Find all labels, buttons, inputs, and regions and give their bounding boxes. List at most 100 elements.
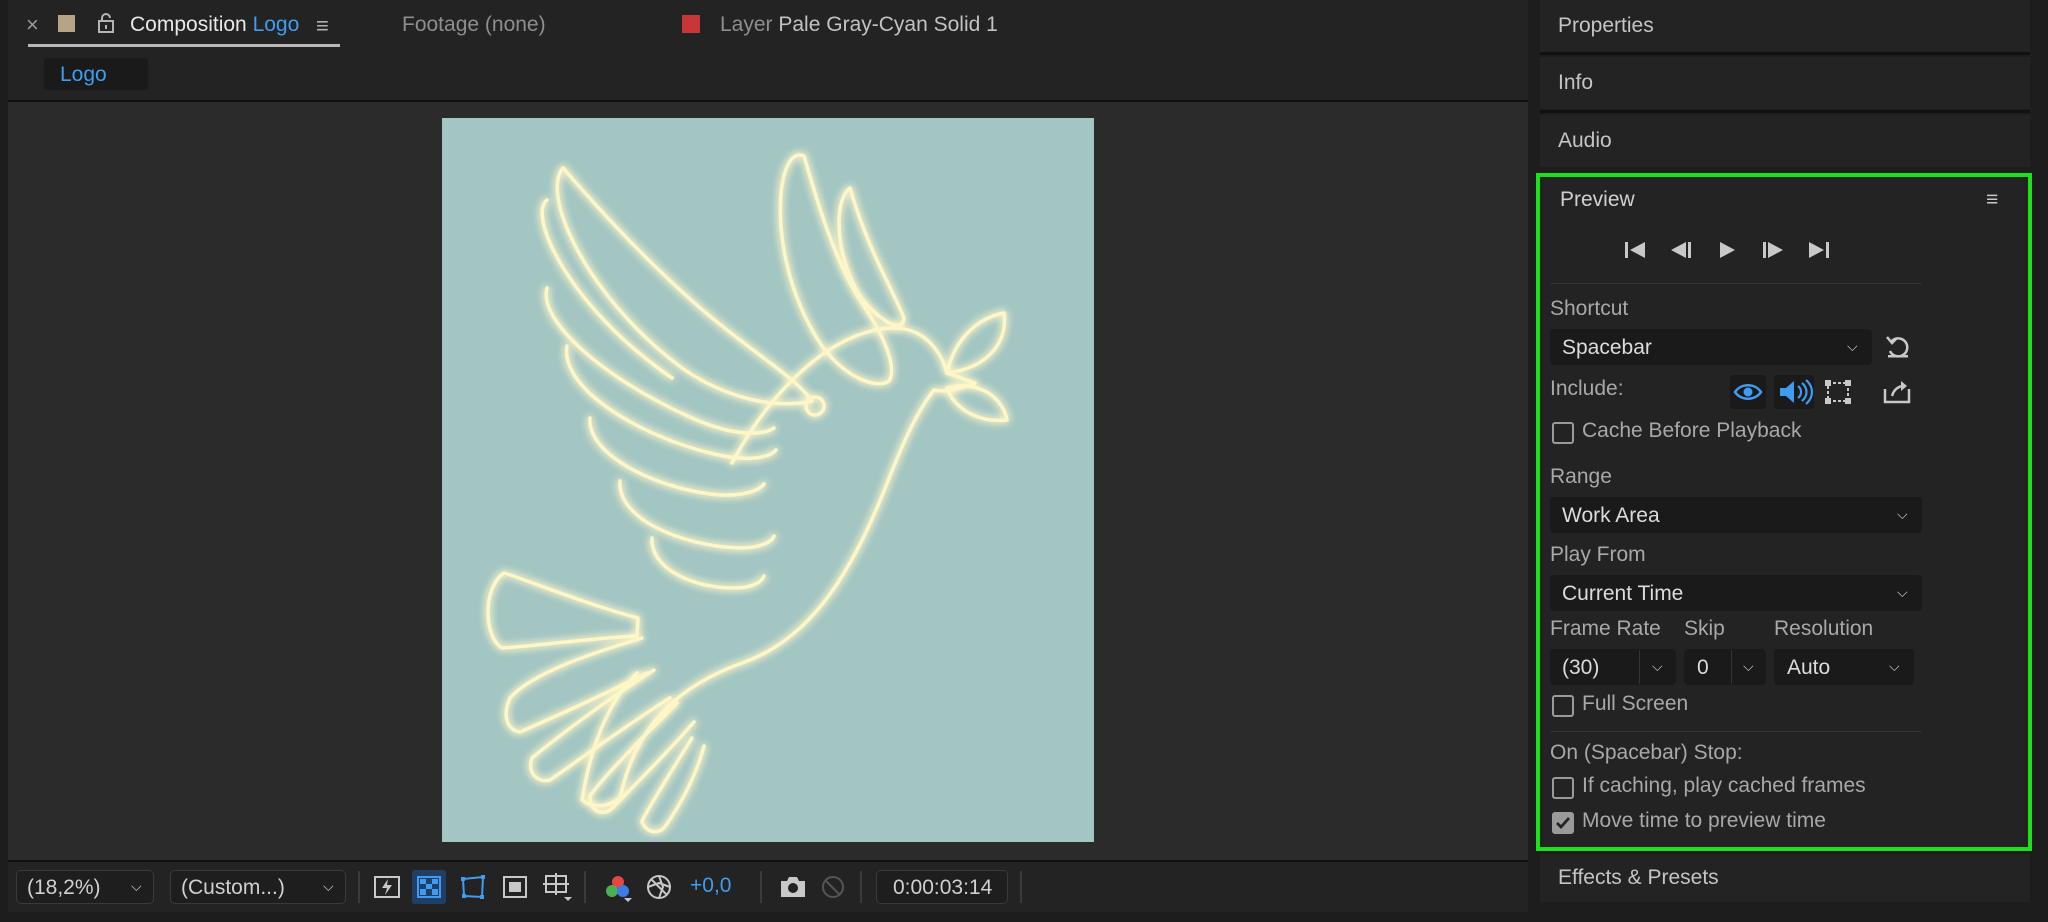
composition-swatch-icon (58, 15, 75, 32)
chevron-down-icon: ⌵ (1897, 584, 1908, 600)
play-from-dropdown[interactable]: Current Time ⌵ (1550, 575, 1922, 611)
toolbar-divider (1020, 871, 1022, 903)
lock-icon[interactable] (96, 12, 116, 34)
next-frame-icon[interactable] (1760, 239, 1786, 261)
previous-frame-icon[interactable] (1668, 239, 1694, 261)
panel-divider (1540, 110, 2030, 113)
include-video-eye-icon[interactable] (1730, 375, 1766, 409)
resolution-value: (Custom...) (181, 876, 285, 899)
grid-guide-options-icon[interactable] (540, 871, 574, 903)
section-divider (1550, 731, 1922, 732)
move-time-checkbox[interactable] (1552, 812, 1574, 834)
frame-rate-dropdown[interactable]: (30) ⌵ (1550, 649, 1676, 685)
resolution-label: Resolution (1774, 617, 1874, 640)
last-frame-icon[interactable] (1806, 239, 1832, 261)
include-audio-speaker-icon[interactable] (1774, 375, 1814, 409)
checkmark-icon (1556, 817, 1571, 830)
resolution-value: Auto (1787, 656, 1831, 679)
panel-audio[interactable]: Audio (1540, 115, 2030, 167)
skip-label: Skip (1684, 617, 1725, 640)
mask-path-visibility-icon[interactable] (458, 872, 488, 902)
composition-canvas[interactable] (442, 118, 1094, 842)
exposure-value[interactable]: +0,0 (690, 874, 731, 898)
panel-effects-presets[interactable]: Effects & Presets (1540, 854, 2030, 902)
timecode-value: 0:00:03:14 (893, 876, 993, 899)
chevron-down-icon: ⌵ (1897, 506, 1908, 522)
tab-composition[interactable]: Composition Logo (130, 13, 299, 37)
resolution-dropdown[interactable]: Auto ⌵ (1774, 649, 1914, 685)
first-frame-icon[interactable] (1622, 239, 1648, 261)
shortcut-dropdown[interactable]: Spacebar ⌵ (1550, 329, 1872, 365)
composition-tab-name: Logo (252, 13, 300, 36)
play-icon[interactable] (1716, 239, 1738, 261)
show-snapshot-icon[interactable] (818, 873, 848, 901)
tab-layer[interactable]: Layer Pale Gray-Cyan Solid 1 (720, 13, 998, 37)
chevron-down-icon: ⌵ (1743, 658, 1754, 674)
composition-viewer[interactable] (8, 102, 1528, 860)
toolbar-divider (584, 871, 586, 903)
fast-previews-icon[interactable] (372, 872, 402, 902)
zoom-value: (18,2%) (27, 876, 101, 899)
full-screen-checkbox[interactable] (1552, 695, 1574, 717)
breadcrumb-label: Logo (60, 63, 107, 86)
if-caching-label: If caching, play cached frames (1582, 774, 1866, 797)
viewer-toolbar: (18,2%) ⌵ (Custom...) ⌵ +0,0 0:00:03:14 (8, 860, 1528, 912)
chevron-down-icon: ⌵ (323, 878, 334, 894)
layer-tab-label: Layer (720, 13, 773, 36)
toolbar-divider (760, 871, 762, 903)
composition-tab-bar: × Composition Logo ≡ Footage (none) Laye… (8, 0, 1528, 102)
transparency-grid-icon[interactable] (412, 870, 446, 904)
channel-rgb-icon[interactable] (602, 872, 634, 904)
panel-effects-presets-title: Effects & Presets (1558, 866, 1719, 889)
play-from-label: Play From (1550, 543, 1646, 566)
chevron-down-icon: ⌵ (131, 878, 142, 894)
cache-before-playback-label: Cache Before Playback (1582, 419, 1802, 442)
panel-divider (1540, 52, 2030, 55)
close-tab-icon[interactable]: × (26, 12, 39, 38)
play-from-value: Current Time (1562, 582, 1684, 605)
move-time-label: Move time to preview time (1582, 809, 1826, 832)
on-stop-label: On (Spacebar) Stop: (1550, 741, 1743, 764)
dropdown-divider (1639, 650, 1640, 684)
range-value: Work Area (1562, 504, 1660, 527)
color-management-icon[interactable] (644, 872, 674, 902)
preview-panel: Preview ≡ Shortcut Spacebar ⌵ Include: C… (1536, 173, 2032, 851)
full-screen-label: Full Screen (1582, 692, 1689, 715)
chevron-down-icon: ⌵ (1652, 658, 1663, 674)
composition-menu-icon[interactable]: ≡ (316, 13, 329, 39)
panel-properties-title: Properties (1558, 14, 1654, 37)
panel-properties[interactable]: Properties (1540, 0, 2030, 52)
include-overlays-icon[interactable] (1822, 377, 1854, 407)
if-caching-checkbox[interactable] (1552, 777, 1574, 799)
frame-rate-label: Frame Rate (1550, 617, 1661, 640)
chevron-down-icon: ⌵ (1889, 658, 1900, 674)
panel-audio-title: Audio (1558, 129, 1612, 152)
resolution-dropdown[interactable]: (Custom...) ⌵ (170, 870, 346, 904)
range-label: Range (1550, 465, 1612, 488)
dove-artwork (486, 153, 1009, 834)
composition-panel: × Composition Logo ≡ Footage (none) Laye… (8, 0, 1528, 912)
tab-footage[interactable]: Footage (none) (402, 13, 546, 37)
range-dropdown[interactable]: Work Area ⌵ (1550, 497, 1922, 533)
active-tab-underline (28, 44, 340, 47)
section-divider (1550, 283, 1922, 284)
zoom-dropdown[interactable]: (18,2%) ⌵ (16, 870, 154, 904)
skip-dropdown[interactable]: 0 ⌵ (1684, 649, 1766, 685)
preview-menu-icon[interactable]: ≡ (1986, 188, 1998, 212)
toolbar-divider (358, 871, 360, 903)
breadcrumb[interactable]: Logo (44, 58, 148, 90)
layer-color-swatch-icon (682, 15, 700, 33)
composition-tab-label: Composition (130, 13, 247, 36)
cache-before-playback-checkbox[interactable] (1552, 422, 1574, 444)
shortcut-value: Spacebar (1562, 336, 1652, 359)
current-time-display[interactable]: 0:00:03:14 (876, 870, 1008, 904)
preview-title: Preview (1560, 188, 1635, 211)
export-preview-icon[interactable] (1882, 377, 1912, 405)
panel-info[interactable]: Info (1540, 57, 2030, 109)
region-of-interest-icon[interactable] (500, 872, 530, 902)
reset-shortcut-icon[interactable] (1884, 333, 1912, 361)
panel-info-title: Info (1558, 71, 1594, 94)
snapshot-camera-icon[interactable] (778, 873, 808, 901)
layer-tab-name: Pale Gray-Cyan Solid 1 (778, 13, 998, 36)
frame-rate-value: (30) (1562, 656, 1600, 679)
